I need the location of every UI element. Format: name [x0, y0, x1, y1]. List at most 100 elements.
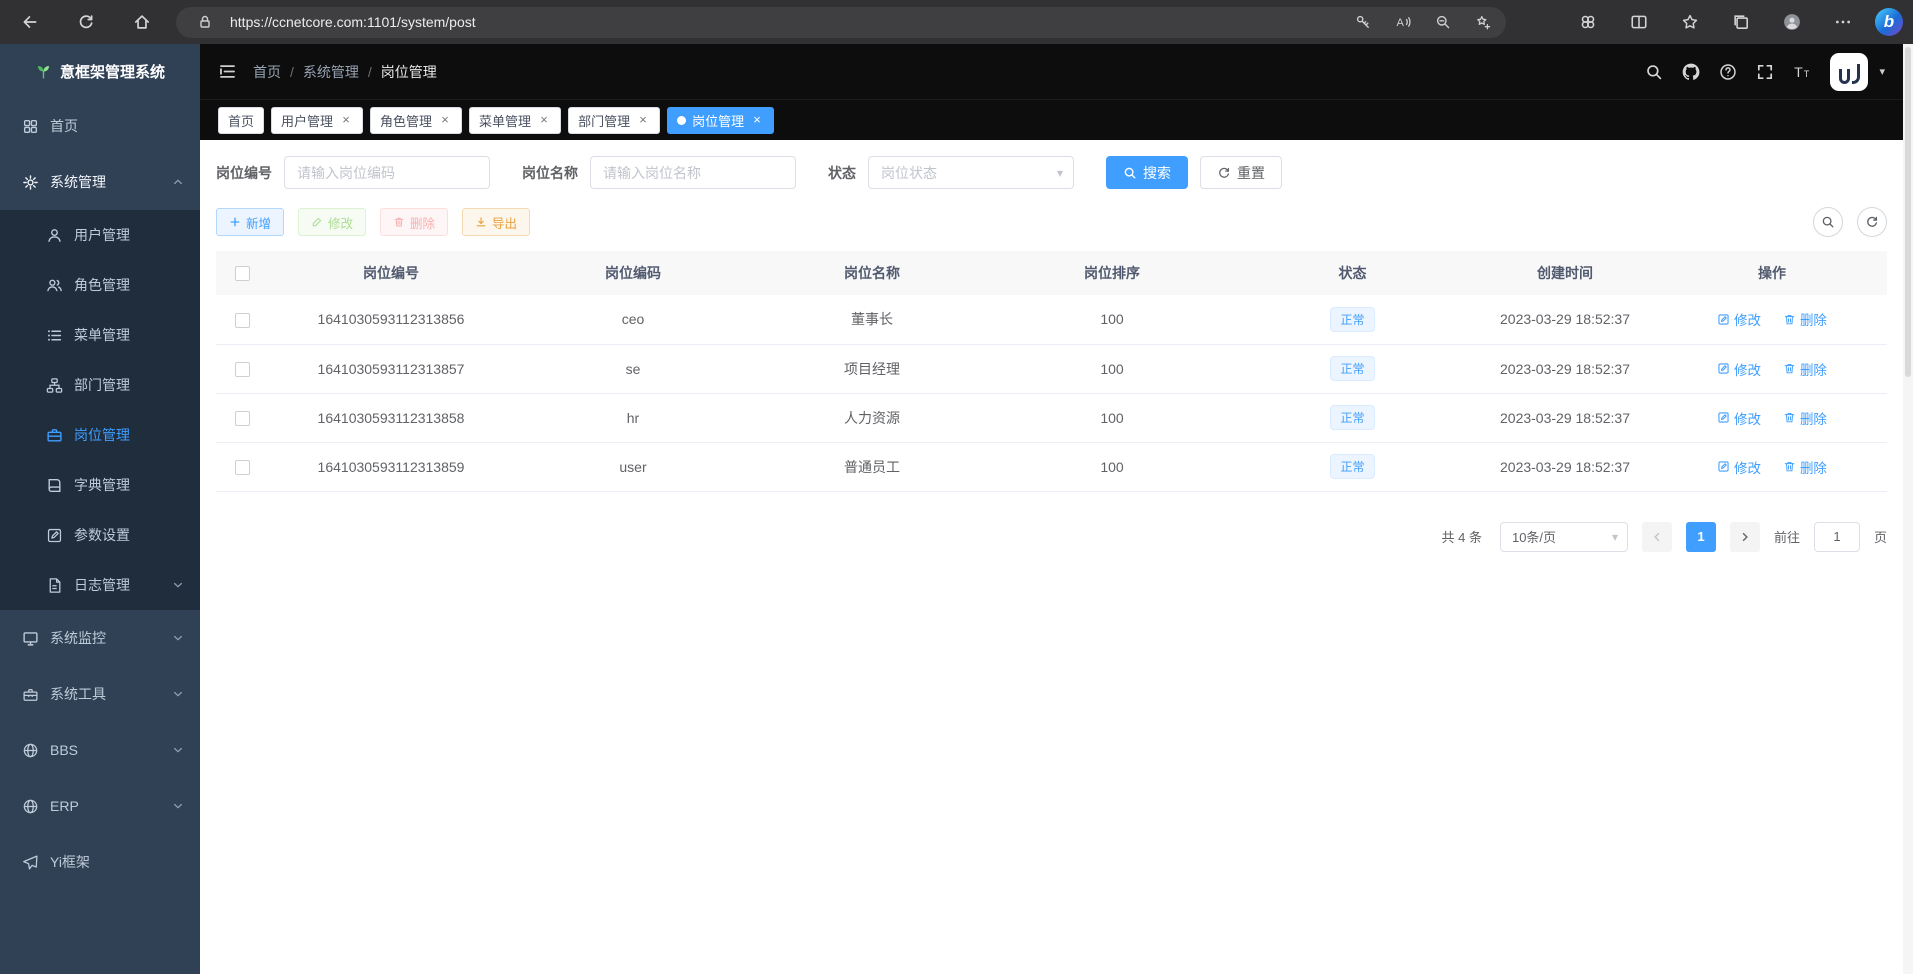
copilot-bing-icon[interactable]: b: [1875, 8, 1903, 36]
extensions-icon[interactable]: [1569, 4, 1607, 40]
sidebar-item-bbs[interactable]: BBS: [0, 722, 200, 778]
sidebar-item-departments[interactable]: 部门管理: [0, 360, 200, 410]
close-icon[interactable]: ×: [537, 113, 551, 127]
tag-label: 部门管理: [578, 111, 630, 130]
sidebar: 意框架管理系统 首页 系统管理: [0, 44, 200, 974]
sidebar-item-system[interactable]: 系统管理: [0, 154, 200, 210]
password-key-icon[interactable]: [1348, 9, 1378, 35]
lock-icon[interactable]: [190, 9, 220, 35]
breadcrumb-system[interactable]: 系统管理: [303, 62, 359, 82]
table-row[interactable]: 1641030593112313857 se 项目经理 100 正常 2023-…: [216, 344, 1887, 393]
zoom-icon[interactable]: [1428, 9, 1458, 35]
tag-departments[interactable]: 部门管理 ×: [568, 107, 660, 134]
sidebar-item-erp[interactable]: ERP: [0, 778, 200, 834]
profile-avatar-icon[interactable]: [1773, 4, 1811, 40]
toggle-search-icon[interactable]: [1813, 207, 1843, 237]
page-scrollbar[interactable]: [1903, 44, 1913, 974]
reset-button[interactable]: 重置: [1200, 156, 1282, 189]
tag-roles[interactable]: 角色管理 ×: [370, 107, 462, 134]
split-screen-icon[interactable]: [1620, 4, 1658, 40]
delete-button[interactable]: 删除: [380, 208, 448, 236]
sidebar-item-label: 日志管理: [74, 575, 130, 595]
refresh-table-icon[interactable]: [1857, 207, 1887, 237]
favorites-icon[interactable]: [1671, 4, 1709, 40]
prev-page-button[interactable]: [1642, 522, 1672, 552]
close-icon[interactable]: ×: [636, 113, 650, 127]
row-edit-link[interactable]: 修改: [1717, 457, 1761, 477]
table-row[interactable]: 1641030593112313856 ceo 董事长 100 正常 2023-…: [216, 295, 1887, 344]
home-icon[interactable]: [122, 4, 162, 40]
sidebar-item-home[interactable]: 首页: [0, 98, 200, 154]
row-delete-link[interactable]: 删除: [1783, 408, 1827, 428]
address-bar[interactable]: https://ccnetcore.com:1101/system/post A: [176, 7, 1506, 38]
fold-sidebar-icon[interactable]: [218, 62, 237, 81]
page-number-button[interactable]: 1: [1686, 522, 1716, 552]
post-name-input[interactable]: [590, 156, 796, 189]
tag-menus[interactable]: 菜单管理 ×: [469, 107, 561, 134]
add-button[interactable]: 新增: [216, 208, 284, 236]
next-page-button[interactable]: [1730, 522, 1760, 552]
close-icon[interactable]: ×: [438, 113, 452, 127]
post-code-input[interactable]: [284, 156, 490, 189]
table-row[interactable]: 1641030593112313859 user 普通员工 100 正常 202…: [216, 442, 1887, 491]
user-avatar[interactable]: [1830, 53, 1868, 91]
help-icon[interactable]: [1719, 63, 1737, 81]
header-search-icon[interactable]: [1645, 63, 1663, 81]
browser-menu-icon[interactable]: [1824, 4, 1862, 40]
select-all-checkbox[interactable]: [235, 266, 250, 281]
sidebar-item-logs[interactable]: 日志管理: [0, 560, 200, 610]
posts-table: 岗位编号 岗位编码 岗位名称 岗位排序 状态 创建时间 操作 164103059…: [216, 251, 1887, 492]
close-icon[interactable]: ×: [339, 113, 353, 127]
status-select-placeholder: 岗位状态: [881, 163, 937, 183]
app-logo[interactable]: 意框架管理系统: [0, 44, 200, 98]
edit-button[interactable]: 修改: [298, 208, 366, 236]
row-checkbox[interactable]: [235, 362, 250, 377]
fullscreen-icon[interactable]: [1756, 63, 1774, 81]
close-icon[interactable]: ×: [750, 113, 764, 127]
table-header-row: 岗位编号 岗位编码 岗位名称 岗位排序 状态 创建时间 操作: [216, 251, 1887, 295]
sidebar-item-yi-framework[interactable]: Yi框架: [0, 834, 200, 890]
row-delete-link[interactable]: 删除: [1783, 309, 1827, 329]
chevron-down-icon: [172, 579, 184, 591]
breadcrumb-home[interactable]: 首页: [253, 62, 281, 82]
sidebar-item-tools[interactable]: 系统工具: [0, 666, 200, 722]
export-button[interactable]: 导出: [462, 208, 530, 236]
tag-home[interactable]: 首页: [218, 107, 264, 134]
tag-users[interactable]: 用户管理 ×: [271, 107, 363, 134]
sidebar-item-menus[interactable]: 菜单管理: [0, 310, 200, 360]
scrollbar-thumb[interactable]: [1905, 47, 1911, 377]
row-edit-link[interactable]: 修改: [1717, 408, 1761, 428]
sidebar-item-monitor[interactable]: 系统监控: [0, 610, 200, 666]
post-code-label: 岗位编号: [216, 163, 272, 183]
goto-page-input[interactable]: [1814, 522, 1860, 552]
read-aloud-icon[interactable]: A: [1388, 9, 1418, 35]
row-checkbox[interactable]: [235, 460, 250, 475]
avatar-caret-icon[interactable]: ▾: [1879, 65, 1885, 78]
back-icon[interactable]: [10, 4, 50, 40]
row-delete-link[interactable]: 删除: [1783, 457, 1827, 477]
github-icon[interactable]: [1682, 63, 1700, 81]
sidebar-item-label: 系统管理: [50, 172, 106, 192]
status-select[interactable]: 岗位状态 ▾: [868, 156, 1074, 189]
page-size-select[interactable]: 10条/页 ▾: [1500, 522, 1628, 552]
table-row[interactable]: 1641030593112313858 hr 人力资源 100 正常 2023-…: [216, 393, 1887, 442]
search-button[interactable]: 搜索: [1106, 156, 1188, 189]
sidebar-item-roles[interactable]: 角色管理: [0, 260, 200, 310]
sidebar-item-posts[interactable]: 岗位管理: [0, 410, 200, 460]
sidebar-item-label: 字典管理: [74, 475, 130, 495]
row-edit-link[interactable]: 修改: [1717, 309, 1761, 329]
row-checkbox[interactable]: [235, 411, 250, 426]
row-delete-link[interactable]: 删除: [1783, 359, 1827, 379]
row-edit-link[interactable]: 修改: [1717, 359, 1761, 379]
collections-icon[interactable]: [1722, 4, 1760, 40]
header-actions: TT ▾: [1645, 53, 1885, 91]
edit-button-label: 修改: [328, 213, 353, 232]
add-favorite-icon[interactable]: [1468, 9, 1498, 35]
row-checkbox[interactable]: [235, 313, 250, 328]
sidebar-item-dictionary[interactable]: 字典管理: [0, 460, 200, 510]
refresh-icon[interactable]: [66, 4, 106, 40]
tag-posts-active[interactable]: 岗位管理 ×: [667, 107, 774, 134]
sidebar-item-parameters[interactable]: 参数设置: [0, 510, 200, 560]
sidebar-item-users[interactable]: 用户管理: [0, 210, 200, 260]
font-size-icon[interactable]: TT: [1793, 63, 1811, 81]
